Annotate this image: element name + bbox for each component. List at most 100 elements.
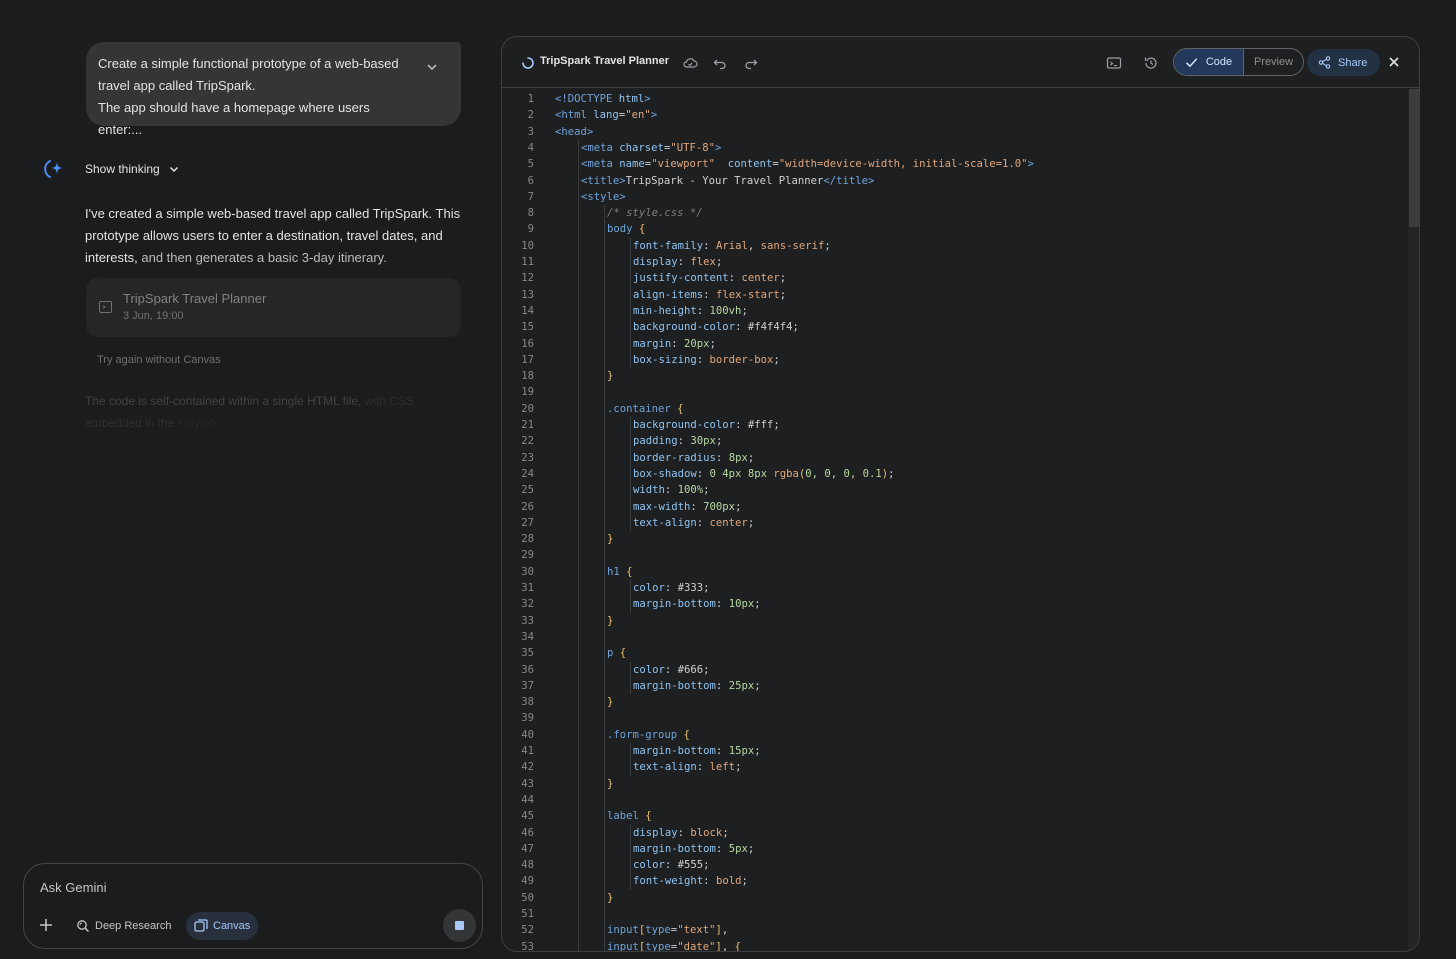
stop-generating-button[interactable] [443,909,476,942]
code-line[interactable]: 52 input[type="text"], [502,922,1402,938]
code-line[interactable]: 50} [502,890,1402,906]
user-prompt-bubble[interactable]: Create a simple functional prototype of … [86,42,461,137]
code-line[interactable]: 1 <!DOCTYPE html> [502,91,1402,107]
code-line[interactable]: 36 color: #666; [502,662,1402,678]
share-button[interactable]: Share [1307,49,1380,76]
code-line[interactable]: 9 body { [502,221,1402,237]
code-line[interactable]: 6 <title>TripSpark - Your Travel Planner<… [502,173,1402,189]
user-prompt-line: The app should have a homepage where use… [98,100,370,137]
line-number: 3 [527,125,534,138]
prompt-input-placeholder[interactable]: Ask Gemini [40,880,106,895]
code-line[interactable]: 7 <style> [502,189,1402,205]
code-line[interactable]: 48 color: #555; [502,857,1402,873]
canvas-editor-panel: TripSpark Travel Planner Code Preview Sh… [501,36,1420,952]
code-text: border-radius: 8px; [633,451,755,464]
code-line[interactable]: 19 [502,384,1402,400]
code-line[interactable]: 49 font-weight: bold; [502,873,1402,889]
code-line[interactable]: 14 min-height: 100vh; [502,303,1402,319]
try-again-without-canvas-link[interactable]: Try again without Canvas [97,354,221,366]
loading-spinner-icon [522,57,534,69]
prompt-input-box[interactable]: Ask Gemini Deep Research Canvas [23,863,483,949]
code-line[interactable]: 12 justify-content: center; [502,270,1402,286]
tab-preview[interactable]: Preview [1244,49,1303,75]
tab-code[interactable]: Code [1174,49,1244,75]
canvas-document-card[interactable]: TripSpark Travel Planner 3 Jun, 19:00 [86,278,461,337]
code-text: <html lang="en"> [555,109,658,122]
line-number: 24 [521,467,534,480]
code-line[interactable]: 45 label { [502,808,1402,824]
code-line[interactable]: 39 [502,710,1402,726]
show-thinking-toggle[interactable]: Show thinking [85,160,180,178]
code-line[interactable]: 42 text-align: left; [502,759,1402,775]
close-icon[interactable] [1387,55,1401,69]
code-line[interactable]: 46 display: block; [502,825,1402,841]
code-line[interactable]: 11 display: flex; [502,254,1402,270]
expand-chevron-icon[interactable] [425,60,439,74]
canvas-toggle-button[interactable]: Canvas [186,912,259,940]
code-line[interactable]: 33} [502,613,1402,629]
code-line[interactable]: 2 <html lang="en"> [502,107,1402,123]
code-line[interactable]: 44 [502,792,1402,808]
redo-icon[interactable] [743,55,759,71]
code-text: h1 { [607,565,633,578]
line-number: 19 [521,386,534,399]
code-line[interactable]: 23 border-radius: 8px; [502,450,1402,466]
code-line[interactable]: 21 background-color: #fff; [502,417,1402,433]
code-line[interactable]: 37 margin-bottom: 25px; [502,678,1402,694]
cloud-save-icon[interactable] [682,55,698,71]
code-line[interactable]: 31 color: #333; [502,580,1402,596]
code-line[interactable]: 28} [502,531,1402,547]
code-line[interactable]: 3 <head> [502,124,1402,140]
line-number: 16 [521,337,534,350]
code-line[interactable]: 17 box-sizing: border-box; [502,352,1402,368]
code-line[interactable]: 18} [502,368,1402,384]
code-line[interactable]: 53 input[type="date"], { [502,939,1402,951]
code-line[interactable]: 4 <meta charset="UTF-8"> [502,140,1402,156]
line-number: 17 [521,353,534,366]
code-text: <title>TripSpark - Your Travel Planner</… [581,174,875,187]
code-line[interactable]: 38} [502,694,1402,710]
code-line[interactable]: 26 max-width: 700px; [502,499,1402,515]
code-line[interactable]: 30 h1 { [502,564,1402,580]
line-number: 42 [521,761,534,774]
undo-icon[interactable] [712,55,728,71]
line-number: 48 [521,859,534,872]
deep-research-button[interactable]: Deep Research [68,912,179,940]
line-number: 51 [521,908,534,920]
code-line[interactable]: 24 box-shadow: 0 4px 8px rgba(0, 0, 0, 0.… [502,466,1402,482]
code-line[interactable]: 15 background-color: #f4f4f4; [502,319,1402,335]
code-line[interactable]: 47 margin-bottom: 5px; [502,841,1402,857]
line-number: 4 [527,141,534,154]
code-line[interactable]: 10 font-family: Arial, sans-serif; [502,238,1402,254]
code-line[interactable]: 35 p { [502,645,1402,661]
code-line[interactable]: 41 margin-bottom: 15px; [502,743,1402,759]
indent-guide [630,824,631,890]
console-icon[interactable] [1106,55,1122,71]
version-history-icon[interactable] [1143,55,1159,71]
code-line[interactable]: 32 margin-bottom: 10px; [502,596,1402,612]
indent-guide [630,661,631,695]
code-line[interactable]: 8 /* style.css */ [502,205,1402,221]
plus-icon[interactable] [38,917,54,933]
code-line[interactable]: 43} [502,776,1402,792]
canvas-icon [194,919,208,932]
code-line[interactable]: 27 text-align: center; [502,515,1402,531]
code-line[interactable]: 13 align-items: flex-start; [502,287,1402,303]
code-editor[interactable]: 1 <!DOCTYPE html> 2 <html lang="en"> 3 <head>… [502,89,1408,951]
line-number: 14 [521,304,534,317]
code-line[interactable]: 34 [502,629,1402,645]
line-number: 36 [521,663,534,676]
code-text: <style> [581,190,626,203]
code-line[interactable]: 16 margin: 20px; [502,336,1402,352]
editor-scrollbar-thumb[interactable] [1409,89,1419,227]
code-line[interactable]: 29 [502,547,1402,563]
code-line[interactable]: 22 padding: 30px; [502,433,1402,449]
code-line[interactable]: 40 .form-group { [502,727,1402,743]
code-line[interactable]: 5 <meta name="viewport" content="width=de… [502,156,1402,172]
line-number: 11 [521,256,534,268]
code-line[interactable]: 51 [502,906,1402,922]
streaming-text-1: The code is self-contained within a sing… [85,394,362,408]
code-line[interactable]: 20 .container { [502,401,1402,417]
code-line[interactable]: 25 width: 100%; [502,482,1402,498]
line-number: 37 [521,679,534,692]
